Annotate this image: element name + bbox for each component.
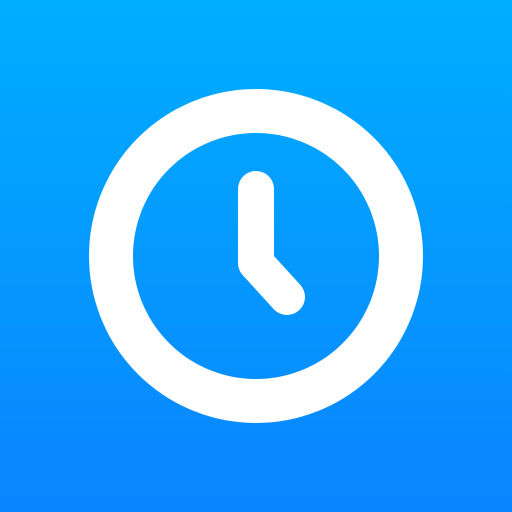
app-icon: [0, 0, 512, 512]
clock-hands: [238, 171, 305, 315]
clock-icon: [89, 89, 423, 423]
